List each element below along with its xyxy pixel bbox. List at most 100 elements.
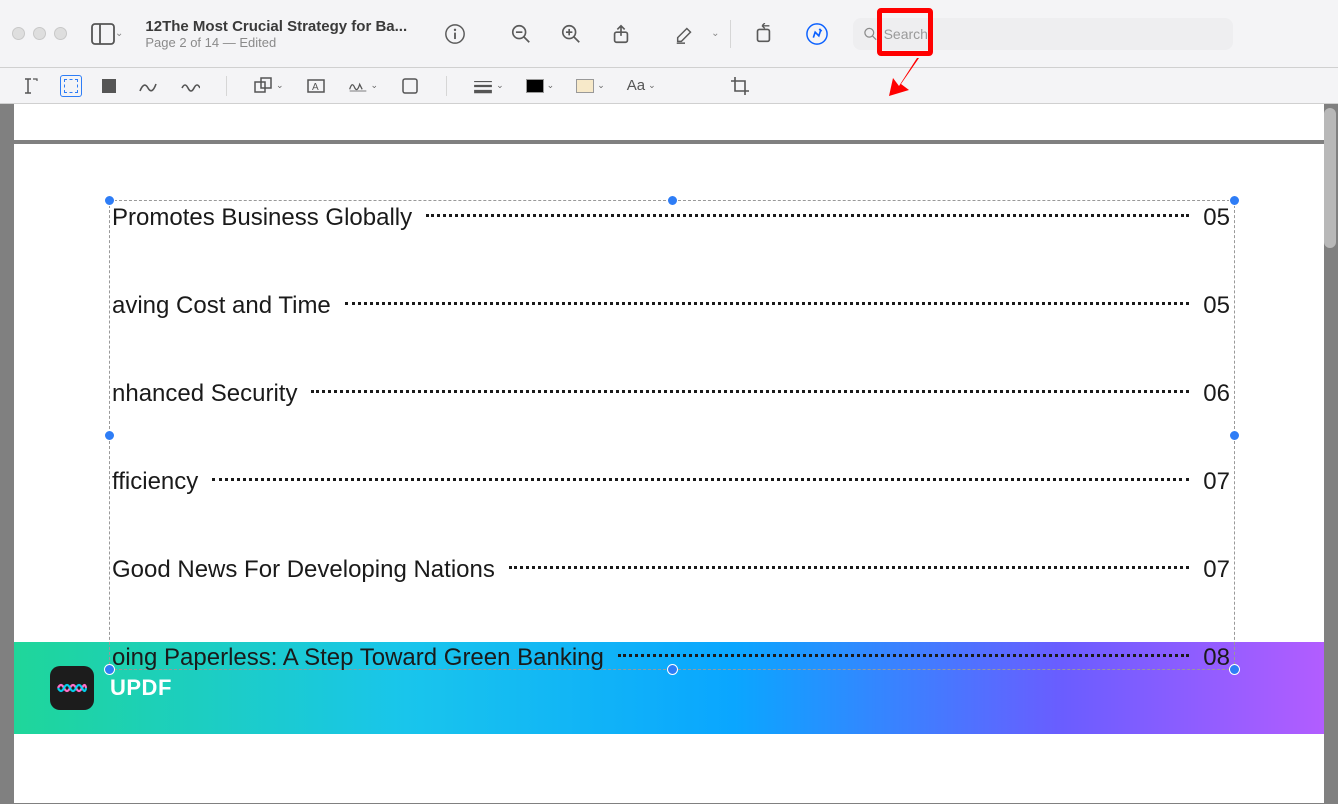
note-icon: [400, 76, 420, 96]
redact-tool-button[interactable]: [100, 77, 118, 95]
toc-title: Promotes Business Globally: [112, 204, 412, 232]
toc-page-number: 05: [1203, 292, 1230, 320]
text-tool-button[interactable]: [18, 74, 42, 98]
zoom-out-icon: [510, 23, 532, 45]
scribble-icon: [138, 76, 158, 96]
search-field[interactable]: [853, 18, 1233, 50]
black-swatch-icon: [526, 79, 544, 93]
filled-rect-icon: [102, 79, 116, 93]
zoom-in-icon: [560, 23, 582, 45]
share-icon: [610, 23, 632, 45]
chevron-down-icon: ⌄: [496, 80, 504, 91]
cream-swatch-icon: [576, 79, 594, 93]
rotate-button[interactable]: [741, 12, 785, 56]
markup-button[interactable]: [795, 12, 839, 56]
search-icon: [863, 26, 878, 42]
textbox-icon: A: [306, 76, 326, 96]
shapes-icon: [253, 76, 273, 96]
signature-icon: [348, 76, 368, 96]
chevron-down-icon: ⌄: [276, 80, 284, 91]
wave-icon: [180, 76, 200, 96]
page-edge-bottom: [14, 734, 1324, 803]
minimize-window-button[interactable]: [33, 27, 46, 40]
resize-handle-mr[interactable]: [1229, 430, 1240, 441]
fill-color-button[interactable]: ⌄: [574, 77, 607, 95]
toc-leader: [212, 477, 1189, 481]
updf-brand-label: UPDF: [110, 675, 172, 701]
toc-leader: [311, 389, 1189, 393]
selection-rect-icon: [64, 79, 78, 93]
sidebar-toggle-button[interactable]: ⌄: [87, 19, 127, 49]
chevron-down-icon: ⌄: [371, 80, 379, 91]
toc-title: oing Paperless: A Step Toward Green Bank…: [112, 644, 604, 672]
line-style-button[interactable]: ⌄: [471, 74, 506, 98]
resize-handle-tr[interactable]: [1229, 195, 1240, 206]
toc-page-number: 08: [1203, 644, 1230, 672]
text-cursor-icon: [20, 76, 40, 96]
lines-icon: [473, 76, 493, 96]
info-icon: [444, 23, 466, 45]
document-subtitle: Page 2 of 14 — Edited: [145, 35, 407, 50]
chevron-down-icon[interactable]: ⌄: [711, 28, 719, 39]
toc-leader: [509, 565, 1189, 569]
toolbar-divider: [446, 76, 447, 96]
toc-row: aving Cost and Time 05: [112, 292, 1230, 320]
crop-button[interactable]: [728, 74, 752, 98]
document-title-block: 12The Most Crucial Strategy for Ba... Pa…: [145, 18, 407, 50]
toc-leader: [618, 653, 1189, 657]
toc-leader: [345, 301, 1190, 305]
maximize-window-button[interactable]: [54, 27, 67, 40]
markup-toolbar: ⌄ A ⌄ ⌄ ⌄ ⌄ Aa⌄: [0, 68, 1338, 104]
toc-page-number: 07: [1203, 556, 1230, 584]
toc-row: Promotes Business Globally 05: [112, 204, 1230, 232]
toc-row: Good News For Developing Nations 07: [112, 556, 1230, 584]
zoom-out-button[interactable]: [499, 12, 543, 56]
markup-pen-icon: [802, 19, 832, 49]
document-canvas[interactable]: Promotes Business Globally 05 aving Cost…: [14, 104, 1324, 804]
chevron-down-icon: ⌄: [547, 80, 555, 91]
sidebar-icon: [91, 23, 115, 45]
toc-page-number: 06: [1203, 380, 1230, 408]
textbox-button[interactable]: A: [304, 74, 328, 98]
main-toolbar: ⌄ 12The Most Crucial Strategy for Ba... …: [0, 0, 1338, 68]
svg-text:A: A: [312, 82, 319, 93]
zoom-in-button[interactable]: [549, 12, 593, 56]
note-button[interactable]: [398, 74, 422, 98]
updf-logo-icon: [50, 666, 94, 710]
rotate-icon: [752, 23, 774, 45]
text-style-button[interactable]: Aa⌄: [625, 75, 658, 96]
info-button[interactable]: [433, 12, 477, 56]
close-window-button[interactable]: [12, 27, 25, 40]
toc-leader: [426, 213, 1189, 217]
toolbar-divider: [226, 76, 227, 96]
draw-tool-button[interactable]: [178, 74, 202, 98]
border-color-button[interactable]: ⌄: [524, 77, 557, 95]
toc-title: Good News For Developing Nations: [112, 556, 495, 584]
document-title: 12The Most Crucial Strategy for Ba...: [145, 18, 407, 35]
sign-button[interactable]: ⌄: [346, 74, 381, 98]
toc-row: fficiency 07: [112, 468, 1230, 496]
toc-page-number: 05: [1203, 204, 1230, 232]
selection-tool-button[interactable]: [60, 75, 82, 97]
highlight-pen-icon: [674, 23, 696, 45]
toc-row: oing Paperless: A Step Toward Green Bank…: [112, 644, 1230, 672]
search-input[interactable]: [884, 26, 1223, 42]
document-page: Promotes Business Globally 05 aving Cost…: [14, 144, 1324, 642]
toc-title: aving Cost and Time: [112, 292, 331, 320]
share-button[interactable]: [599, 12, 643, 56]
toc-page-number: 07: [1203, 468, 1230, 496]
chevron-down-icon: ⌄: [648, 80, 656, 91]
chevron-down-icon: ⌄: [597, 80, 605, 91]
chevron-down-icon: ⌄: [115, 28, 123, 39]
toc-title: nhanced Security: [112, 380, 297, 408]
toc-title: fficiency: [112, 468, 198, 496]
toc-row: nhanced Security 06: [112, 380, 1230, 408]
vertical-scrollbar[interactable]: [1324, 108, 1336, 248]
highlight-button[interactable]: [663, 12, 707, 56]
shapes-button[interactable]: ⌄: [251, 74, 286, 98]
page-edge-top: [14, 104, 1324, 140]
crop-icon: [730, 76, 750, 96]
table-of-contents: Promotes Business Globally 05 aving Cost…: [112, 204, 1230, 672]
text-style-label: Aa: [627, 77, 645, 94]
sketch-tool-button[interactable]: [136, 74, 160, 98]
